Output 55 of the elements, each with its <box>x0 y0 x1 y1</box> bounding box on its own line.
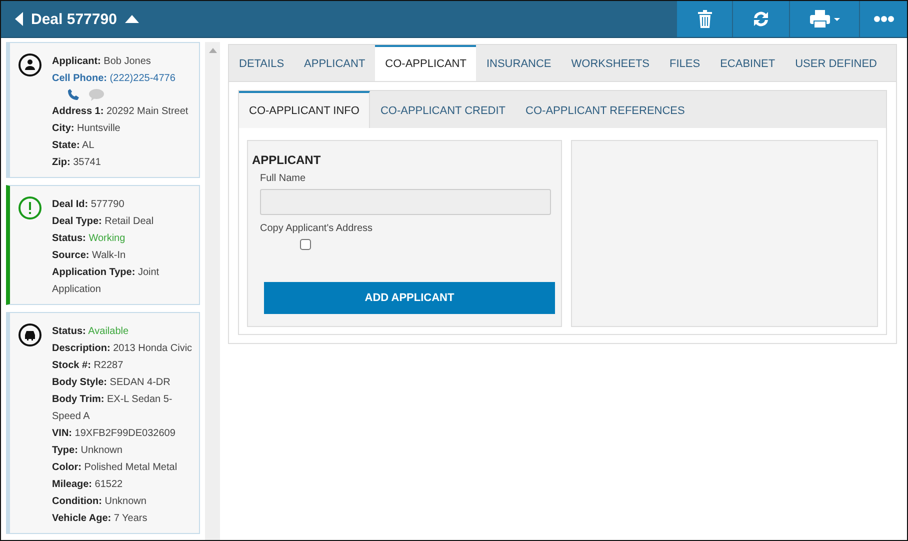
printer-icon <box>810 10 840 28</box>
alert-icon <box>18 196 42 220</box>
tab[interactable]: APPLICANT <box>294 45 376 81</box>
refresh-button[interactable] <box>732 1 789 37</box>
field-label: Full Name <box>260 173 307 184</box>
tab[interactable]: INSURANCE <box>476 45 562 81</box>
scrollbar[interactable] <box>205 42 220 540</box>
info-line: Mileage: 61522 <box>52 478 124 492</box>
info-line: Applicant: Bob Jones <box>52 55 152 69</box>
car-icon <box>18 323 42 347</box>
copy-address-checkbox[interactable] <box>300 239 311 250</box>
info-line: Type: Unknown <box>52 444 124 458</box>
print-button[interactable] <box>789 1 859 37</box>
full-name-input[interactable] <box>260 189 551 215</box>
tab[interactable]: CO-APPLICANT <box>375 45 476 81</box>
info-line: Stock #: R2287 <box>52 359 124 373</box>
info-line: Body Style: SEDAN 4-DR <box>52 376 172 390</box>
info-line: Vehicle Age: 7 Years <box>52 512 148 526</box>
sub-tab[interactable]: CO-APPLICANT INFO <box>239 91 370 128</box>
info-line: Deal Type: Retail Deal <box>52 215 155 229</box>
info-line: Body Trim: EX-L Sedan 5-Speed A <box>52 393 174 424</box>
info-line: Condition: Unknown <box>52 495 148 509</box>
add-applicant-button[interactable]: ADD APPLICANT <box>264 282 555 314</box>
info-line: Source: Walk-In <box>52 249 127 263</box>
info-line: VIN: 19XFB2F99DE032609 <box>52 427 176 441</box>
info-line: City: Huntsville <box>52 122 122 136</box>
info-line: Application Type: Joint Application <box>52 266 160 297</box>
tab[interactable]: WORKSHEETS <box>561 45 660 81</box>
deal-title[interactable]: Deal 577790 <box>1 1 147 37</box>
phone-icon[interactable] <box>68 89 79 100</box>
tab[interactable]: ECABINET <box>710 45 786 81</box>
trash-icon <box>698 10 712 28</box>
info-line: Address 1: 20292 Main Street <box>52 105 188 119</box>
more-icon <box>874 16 894 22</box>
sub-tab[interactable]: CO-APPLICANT REFERENCES <box>516 91 695 128</box>
info-line: Zip: 35741 <box>52 156 102 170</box>
delete-button[interactable] <box>676 1 732 37</box>
collapse-icon <box>124 15 139 23</box>
tab[interactable]: FILES <box>660 45 710 81</box>
info-line: State: AL <box>52 139 96 153</box>
section-title: APPLICANT <box>252 153 322 167</box>
sub-tab[interactable]: CO-APPLICANT CREDIT <box>370 91 516 128</box>
info-line: Description: 2013 Honda Civic <box>52 342 193 356</box>
more-button[interactable] <box>859 1 907 37</box>
info-line: Status: Working <box>52 232 126 246</box>
refresh-icon <box>751 9 771 29</box>
info-line: Deal Id: 577790 <box>52 198 126 212</box>
back-icon <box>15 12 23 26</box>
field-label: Copy Applicant's Address <box>260 223 374 234</box>
info-line[interactable]: Cell Phone: (222)225-4776 <box>52 70 188 87</box>
person-icon <box>18 53 42 77</box>
info-line: Color: Polished Metal Metal <box>52 461 178 475</box>
info-line: Status: Available <box>52 325 130 339</box>
tab[interactable]: DETAILS <box>229 45 294 81</box>
tab[interactable]: USER DEFINED <box>785 45 887 81</box>
